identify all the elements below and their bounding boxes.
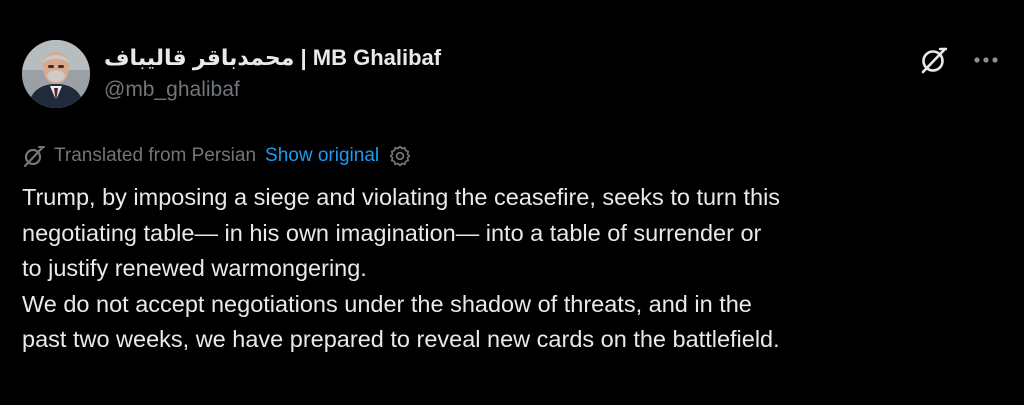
more-icon	[974, 57, 998, 63]
tweet-card: محمدباقر قالیباف | MB Ghalibaf @mb_ghali…	[0, 0, 1024, 405]
display-name[interactable]: محمدباقر قالیباف | MB Ghalibaf	[104, 44, 804, 72]
translation-bar: Translated from Persian Show original	[22, 142, 412, 170]
tweet-text-line: We do not accept negotiations under the …	[22, 290, 752, 317]
tweet-text-line: Trump, by imposing a siege and violating…	[22, 184, 781, 210]
tweet-text-line: to justify renewed warmongering.	[22, 255, 367, 281]
tweet-text-line: negotiating table— in his own imaginatio…	[22, 219, 762, 246]
grok-button[interactable]	[918, 44, 950, 76]
translation-label: Translated from Persian	[54, 145, 257, 166]
grok-icon	[921, 47, 948, 74]
tweet-text: Trump, by imposing a siege and violating…	[22, 180, 1012, 358]
user-meta: محمدباقر قالیباف | MB Ghalibaf @mb_ghali…	[104, 44, 804, 104]
translate-icon	[22, 144, 46, 168]
user-avatar-photo-icon	[22, 40, 90, 108]
gear-icon[interactable]	[388, 144, 412, 168]
user-handle[interactable]: @mb_ghalibaf	[104, 76, 804, 104]
more-options-button[interactable]	[968, 44, 1004, 76]
avatar[interactable]	[22, 40, 90, 108]
show-original-link[interactable]: Show original	[265, 142, 379, 170]
tweet-text-line: past two weeks, we have prepared to reve…	[22, 326, 780, 352]
